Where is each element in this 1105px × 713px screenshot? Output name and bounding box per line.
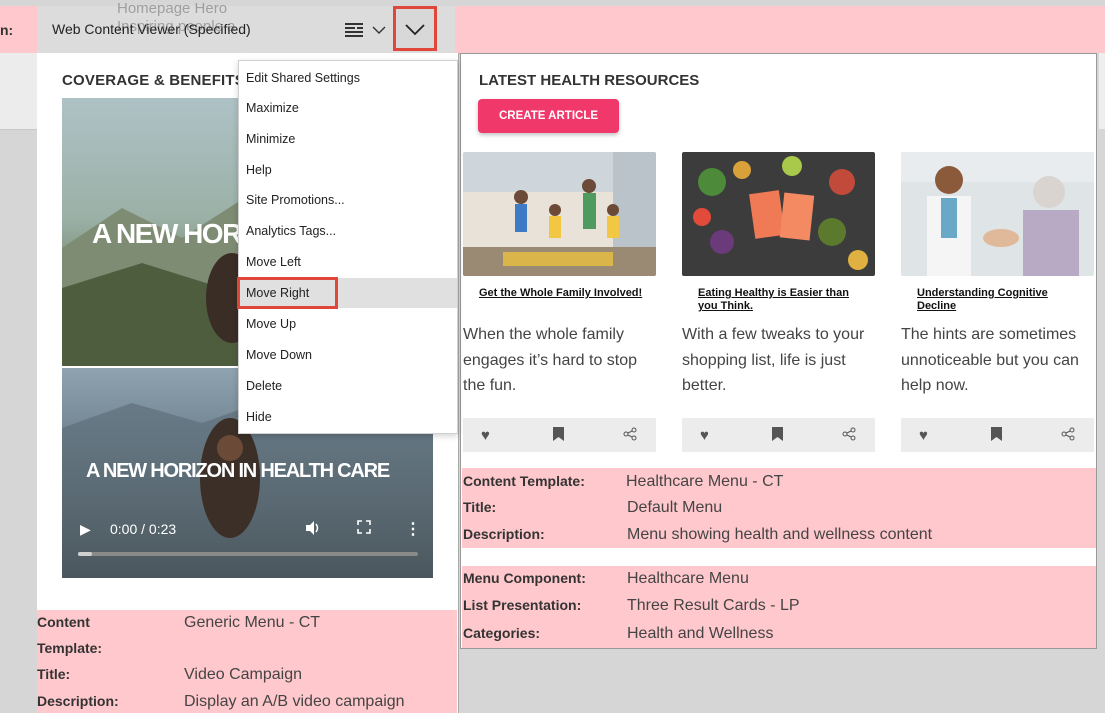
meta-categories: Health and Wellness: [627, 625, 774, 642]
card-actions: ♥: [463, 418, 656, 452]
hero-headline: A NEW HOR: [92, 218, 242, 249]
card-description: When the whole family engages it’s hard …: [463, 326, 638, 394]
meta-description-label: Description:: [37, 693, 119, 709]
video-headline: A NEW HORIZON IN HEALTH CARE: [86, 460, 390, 482]
coverage-title: COVERAGE & BENEFITS: [62, 72, 245, 89]
meta-menu-component: Healthcare Menu: [627, 570, 749, 587]
card-image-family: [463, 152, 656, 276]
menu-item-edit-shared-settings[interactable]: Edit Shared Settings: [239, 63, 457, 93]
resource-card-eating[interactable]: Eating Healthy is Easier than you Think.…: [682, 152, 875, 452]
right-gutter-panel: [1099, 53, 1105, 129]
card-image-care: [901, 152, 1094, 276]
left-gutter: [0, 53, 37, 713]
meta-content-label: Content: [37, 614, 90, 630]
resource-card-family[interactable]: Get the Whole Family Involved! When the …: [463, 152, 656, 452]
share-icon[interactable]: [842, 427, 856, 445]
play-icon[interactable]: ▶: [80, 521, 91, 538]
create-article-button[interactable]: CREATE ARTICLE: [478, 99, 619, 133]
heart-icon[interactable]: ♥: [700, 427, 709, 444]
card-description: With a few tweaks to your shopping list,…: [682, 326, 865, 394]
menu-item-move-down[interactable]: Move Down: [239, 340, 457, 370]
meta-categories-label: Categories:: [463, 625, 541, 641]
meta-description: Menu showing health and wellness content: [627, 526, 933, 543]
video-progress-fill: [78, 552, 92, 556]
meta-list-presentation-label: List Presentation:: [463, 597, 582, 613]
bookmark-icon[interactable]: [991, 427, 1002, 445]
video-time: 0:00 / 0:23: [110, 521, 177, 537]
share-icon[interactable]: [623, 427, 637, 445]
resources-title: LATEST HEALTH RESOURCES: [479, 72, 700, 89]
more-vertical-icon[interactable]: ⋮: [405, 519, 421, 539]
meta-description-label: Description:: [463, 526, 545, 542]
portlet-options-button[interactable]: [393, 6, 437, 51]
meta-list-presentation: Three Result Cards - LP: [627, 597, 800, 614]
volume-icon[interactable]: [305, 520, 321, 540]
card-actions: ♥: [901, 418, 1094, 452]
meta-title-label: Title:: [37, 666, 71, 682]
left-gutter-panel: [0, 53, 37, 130]
view-mode-chevron-icon[interactable]: [372, 24, 386, 38]
card-image-food: [682, 152, 875, 276]
card-description: The hints are sometimes unnoticeable but…: [901, 326, 1079, 394]
menu-item-analytics-tags[interactable]: Analytics Tags...: [239, 216, 457, 246]
move-right-highlight-box: [237, 277, 338, 309]
meta-content-template-label: Content Template:: [463, 473, 585, 489]
menu-item-site-promotions[interactable]: Site Promotions...: [239, 185, 457, 215]
portlet-options-menu: Edit Shared Settings Maximize Minimize H…: [238, 60, 458, 434]
heart-icon[interactable]: ♥: [919, 427, 928, 444]
meta-template-label: Template:: [37, 640, 103, 656]
chevron-down-icon: [405, 23, 425, 35]
meta-description: Display an A/B video campaign: [184, 693, 405, 710]
heart-icon[interactable]: ♥: [481, 427, 490, 444]
meta-title: Video Campaign: [184, 666, 303, 683]
card-title[interactable]: Understanding Cognitive Decline: [917, 287, 1087, 313]
bookmark-icon[interactable]: [772, 427, 783, 445]
menu-item-move-up[interactable]: Move Up: [239, 309, 457, 339]
share-icon[interactable]: [1061, 427, 1075, 445]
card-title[interactable]: Eating Healthy is Easier than you Think.: [698, 287, 868, 313]
menu-item-hide[interactable]: Hide: [239, 402, 457, 432]
menu-item-minimize[interactable]: Minimize: [239, 124, 457, 154]
bookmark-icon[interactable]: [553, 427, 564, 445]
menu-item-maximize[interactable]: Maximize: [239, 93, 457, 123]
menu-item-delete[interactable]: Delete: [239, 371, 457, 401]
view-mode-icon[interactable]: [345, 22, 365, 43]
meta-menu-component-label: Menu Component:: [463, 570, 586, 586]
menu-item-help[interactable]: Help: [239, 155, 457, 185]
meta-title-label: Title:: [463, 499, 497, 515]
portlet-title: Web Content Viewer (Specified): [52, 21, 251, 37]
video-progress-track[interactable]: [78, 552, 418, 556]
card-title[interactable]: Get the Whole Family Involved!: [479, 287, 649, 300]
fullscreen-icon[interactable]: [357, 520, 371, 537]
card-actions: ♥: [682, 418, 875, 452]
meta-content-template: Generic Menu - CT: [184, 614, 321, 631]
meta-title: Default Menu: [627, 499, 723, 516]
label-fragment: n:: [0, 22, 14, 38]
menu-item-move-left[interactable]: Move Left: [239, 247, 457, 277]
resource-card-cognitive[interactable]: Understanding Cognitive Decline The hint…: [901, 152, 1094, 452]
right-gutter: [1097, 53, 1105, 713]
meta-content-template: Healthcare Menu - CT: [626, 473, 784, 490]
